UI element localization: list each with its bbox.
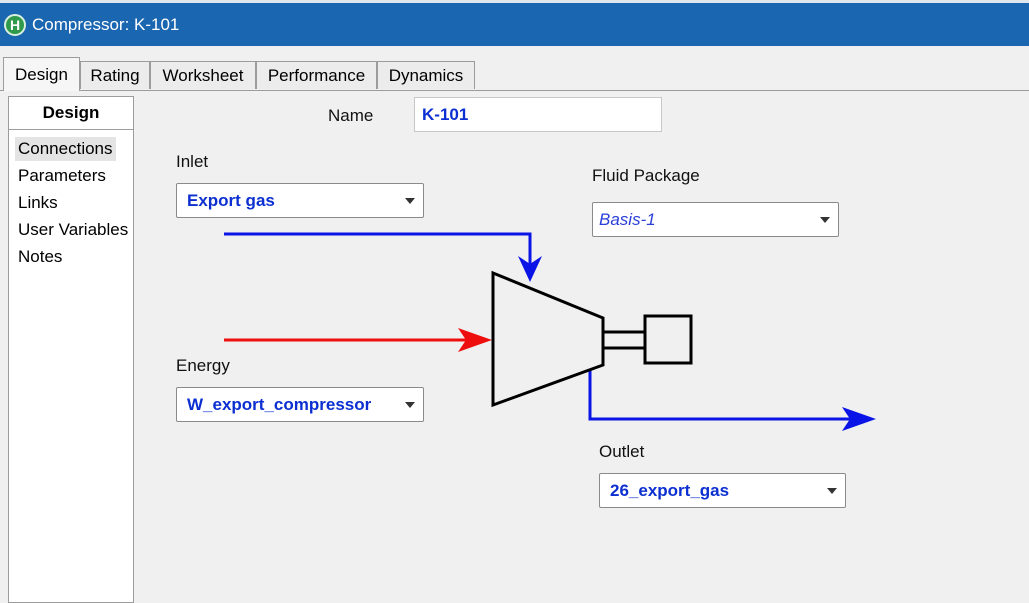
compressor-icon (493, 273, 603, 405)
compressor-diagram (0, 0, 1029, 603)
inlet-stream-line (224, 234, 530, 272)
tab-design[interactable]: Design (3, 57, 80, 91)
outlet-stream-line (590, 366, 860, 419)
motor-icon (645, 316, 691, 363)
